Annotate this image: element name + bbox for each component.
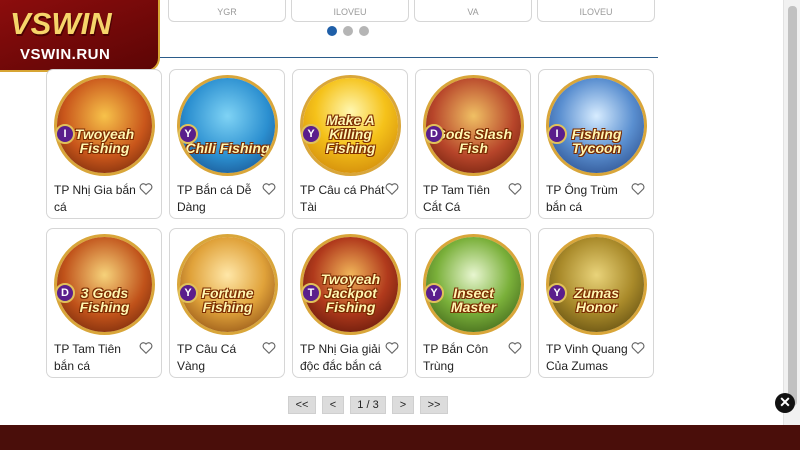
heart-icon[interactable] bbox=[631, 341, 645, 355]
logo-url: VSWIN.RUN bbox=[20, 46, 111, 63]
heart-icon[interactable] bbox=[262, 341, 276, 355]
logo-brand: VSWIN bbox=[10, 6, 112, 41]
game-card[interactable]: Gods Slash Fish D TP Tam Tiên Cắt Cá bbox=[415, 69, 531, 219]
game-name: TP Nhị Gia bắn cá bbox=[54, 183, 136, 214]
provider-badge: D bbox=[55, 283, 75, 303]
last-page-button[interactable]: >> bbox=[420, 396, 448, 414]
game-card-partial[interactable]: YGR bbox=[168, 0, 286, 22]
provider-badge: Y bbox=[178, 283, 198, 303]
heart-icon[interactable] bbox=[385, 182, 399, 196]
provider-label: ILOVEU bbox=[333, 7, 367, 17]
game-card-partial[interactable]: VA bbox=[414, 0, 532, 22]
game-name: TP Vinh Quang Của Zumas bbox=[546, 342, 628, 373]
provider-badge: T bbox=[301, 283, 321, 303]
game-card[interactable]: Fishing Tycoon I TP Ông Trùm bắn cá bbox=[538, 69, 654, 219]
provider-label: YGR bbox=[217, 7, 237, 17]
vertical-scrollbar[interactable] bbox=[783, 0, 800, 425]
scrollbar-thumb[interactable] bbox=[788, 6, 797, 406]
heart-icon[interactable] bbox=[508, 341, 522, 355]
game-card[interactable]: Chili Fishing Y TP Bắn cá Dễ Dàng bbox=[169, 69, 285, 219]
heart-icon[interactable] bbox=[385, 341, 399, 355]
carousel-dot[interactable] bbox=[359, 26, 369, 36]
pagination: << < 1 / 3 > >> bbox=[288, 396, 448, 414]
game-card[interactable]: 3 Gods Fishing D TP Tam Tiên bắn cá bbox=[46, 228, 162, 378]
game-name: TP Tam Tiên bắn cá bbox=[54, 342, 121, 373]
first-page-button[interactable]: << bbox=[288, 396, 316, 414]
page-indicator: 1 / 3 bbox=[350, 396, 386, 414]
provider-badge: Y bbox=[547, 283, 567, 303]
section-divider bbox=[158, 57, 658, 58]
game-name: TP Câu Cá Vàng bbox=[177, 342, 237, 373]
carousel-dot-active[interactable] bbox=[327, 26, 337, 36]
game-name: TP Câu cá Phát Tài bbox=[300, 183, 385, 214]
close-icon[interactable]: ✕ bbox=[775, 393, 795, 413]
provider-badge: Y bbox=[178, 124, 198, 144]
game-art-title: Chili Fishing bbox=[185, 140, 270, 156]
provider-label: VA bbox=[467, 7, 479, 17]
game-name: TP Ông Trùm bắn cá bbox=[546, 183, 618, 214]
heart-icon[interactable] bbox=[139, 341, 153, 355]
game-name: TP Tam Tiên Cắt Cá bbox=[423, 183, 490, 214]
game-name: TP Bắn cá Dễ Dàng bbox=[177, 183, 252, 214]
carousel-dots bbox=[327, 26, 369, 36]
site-logo[interactable]: VSWIN VSWIN.RUN bbox=[0, 0, 160, 72]
game-card-partial[interactable]: ILOVEU bbox=[291, 0, 409, 22]
provider-badge: D bbox=[424, 124, 444, 144]
prev-page-button[interactable]: < bbox=[322, 396, 344, 414]
game-card[interactable]: Twoyeah Fishing I TP Nhị Gia bắn cá bbox=[46, 69, 162, 219]
heart-icon[interactable] bbox=[262, 182, 276, 196]
game-card[interactable]: Insect Master Y TP Bắn Côn Trùng bbox=[415, 228, 531, 378]
heart-icon[interactable] bbox=[631, 182, 645, 196]
provider-badge: I bbox=[547, 124, 567, 144]
footer-bar bbox=[0, 425, 800, 450]
game-name: TP Bắn Côn Trùng bbox=[423, 342, 489, 373]
heart-icon[interactable] bbox=[508, 182, 522, 196]
game-name: TP Nhị Gia giải độc đắc bắn cá bbox=[300, 342, 382, 373]
provider-badge: Y bbox=[301, 124, 321, 144]
game-card[interactable]: Make A Killing Fishing Y TP Câu cá Phát … bbox=[292, 69, 408, 219]
provider-badge: I bbox=[55, 124, 75, 144]
game-card[interactable]: Zumas Honor Y TP Vinh Quang Của Zumas bbox=[538, 228, 654, 378]
heart-icon[interactable] bbox=[139, 182, 153, 196]
provider-badge: Y bbox=[424, 283, 444, 303]
game-card-partial[interactable]: ILOVEU bbox=[537, 0, 655, 22]
game-card[interactable]: Twoyeah Jackpot Fishing T TP Nhị Gia giả… bbox=[292, 228, 408, 378]
game-card[interactable]: Fortune Fishing Y TP Câu Cá Vàng bbox=[169, 228, 285, 378]
next-page-button[interactable]: > bbox=[392, 396, 414, 414]
provider-label: ILOVEU bbox=[579, 7, 613, 17]
carousel-dot[interactable] bbox=[343, 26, 353, 36]
